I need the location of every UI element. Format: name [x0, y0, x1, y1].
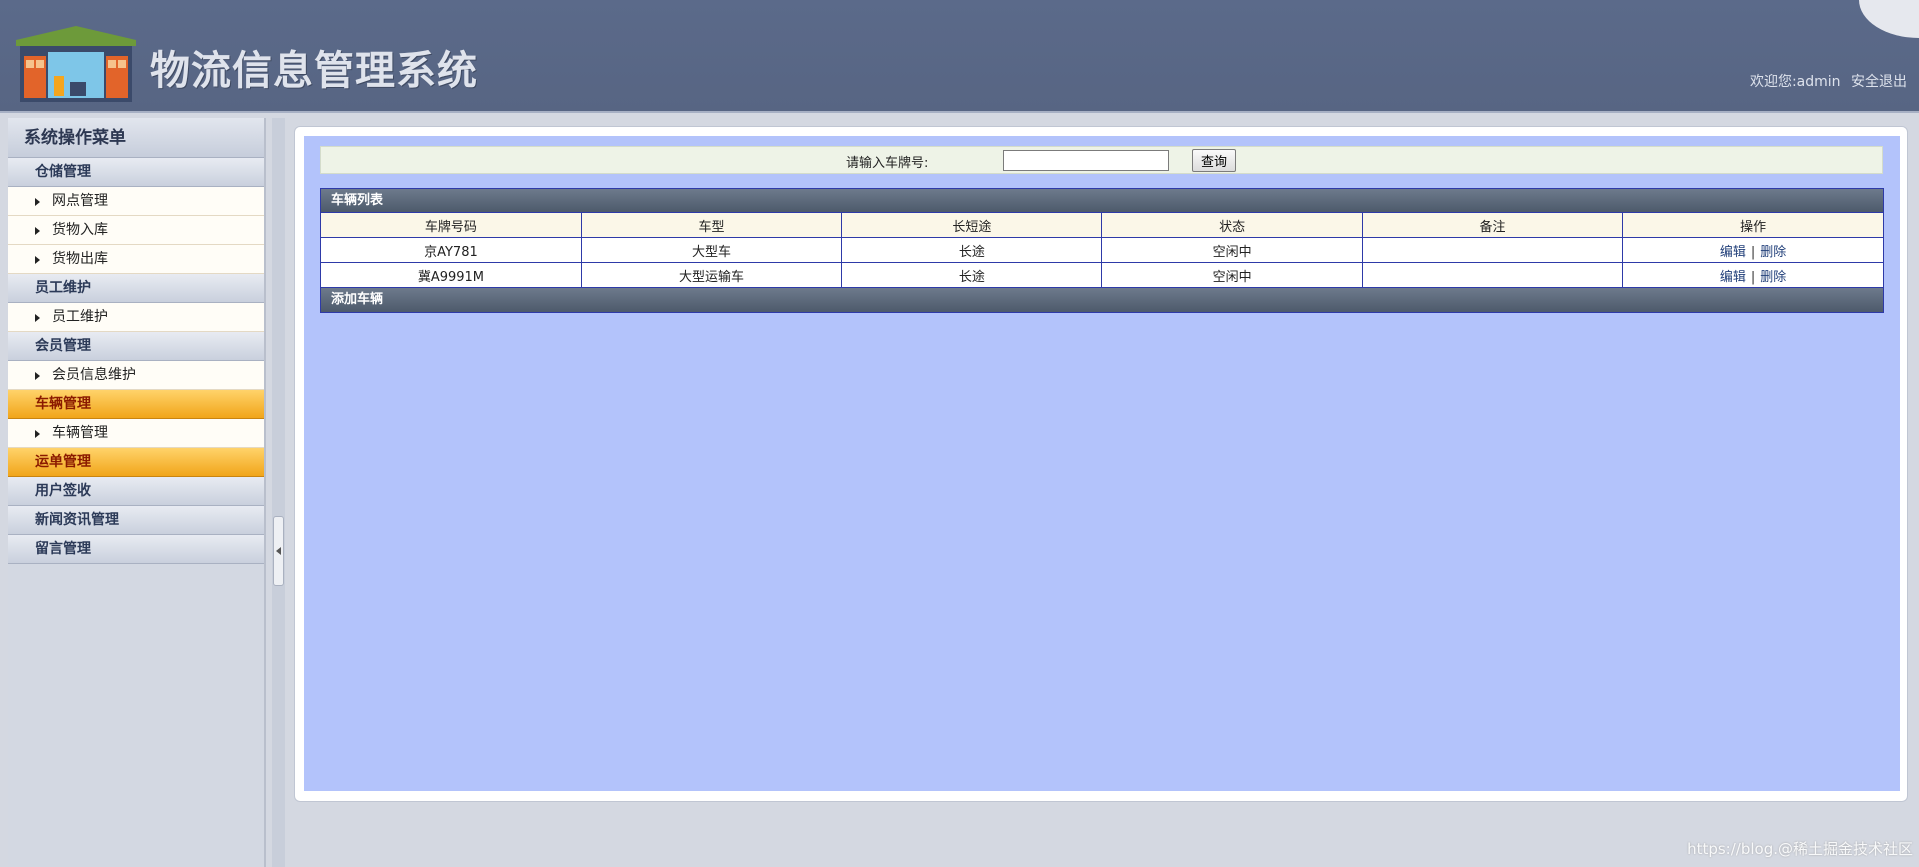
actions-cell: 编辑 | 删除 [1622, 237, 1883, 263]
menu-item-label: 网点管理 [52, 193, 108, 209]
table-row: 京AY781 大型车 长途 空闲中 编辑 | 删除 [321, 237, 1883, 263]
logout-link[interactable]: 安全退出 [1851, 74, 1907, 90]
actions-cell: 编辑 | 删除 [1622, 262, 1883, 288]
menu-title: 系统操作菜单 [8, 118, 264, 158]
menu-item-label: 货物入库 [52, 222, 108, 238]
menu-item-label: 车辆管理 [52, 425, 108, 441]
menu-item-goods-in[interactable]: 货物入库 [8, 216, 264, 245]
menu-item-staff[interactable]: 员工维护 [8, 303, 264, 332]
header-corner-decoration [1859, 0, 1919, 38]
menu-item-label: 会员信息维护 [52, 367, 136, 383]
type-cell: 大型运输车 [580, 262, 843, 288]
main-frame: 请输入车牌号: 查询 车辆列表 车牌号码 车型 长短途 状态 备注 操作 京AY… [294, 126, 1908, 802]
search-bar: 请输入车牌号: 查询 [320, 146, 1883, 174]
vehicle-list: 车辆列表 车牌号码 车型 长短途 状态 备注 操作 京AY781 大型车 长途 … [320, 188, 1884, 313]
distance-cell: 长途 [841, 262, 1103, 288]
menu-item-label: 员工维护 [52, 309, 108, 325]
menu-group-signoff[interactable]: 用户签收 [8, 477, 264, 506]
triangle-right-icon [35, 198, 40, 206]
column-header: 备注 [1361, 212, 1624, 238]
sidebar-splitter [272, 118, 285, 867]
column-header: 操作 [1622, 212, 1883, 238]
edit-link[interactable]: 编辑 [1720, 245, 1746, 260]
chevron-left-icon [276, 547, 281, 555]
triangle-right-icon [35, 256, 40, 264]
menu-group-warehouse[interactable]: 仓储管理 [8, 158, 264, 187]
warehouse-logo-icon [16, 26, 136, 102]
app-header: 物流信息管理系统 欢迎您:admin 安全退出 [0, 0, 1919, 113]
menu-item-outlets[interactable]: 网点管理 [8, 187, 264, 216]
search-button[interactable]: 查询 [1192, 149, 1236, 172]
menu-group-news[interactable]: 新闻资讯管理 [8, 506, 264, 535]
menu-group-vehicles[interactable]: 车辆管理 [8, 390, 264, 419]
column-header: 长短途 [841, 212, 1103, 238]
table-row: 冀A9991M 大型运输车 长途 空闲中 编辑 | 删除 [321, 262, 1883, 288]
welcome-text: 欢迎您:admin [1749, 74, 1841, 90]
menu-group-members[interactable]: 会员管理 [8, 332, 264, 361]
delete-link[interactable]: 删除 [1760, 245, 1786, 260]
delete-link[interactable]: 删除 [1760, 270, 1786, 285]
system-title: 物流信息管理系统 [150, 48, 478, 94]
vehicle-table: 车牌号码 车型 长短途 状态 备注 操作 京AY781 大型车 长途 空闲中 编… [321, 212, 1883, 288]
menu-item-goods-out[interactable]: 货物出库 [8, 245, 264, 274]
collapse-sidebar-button[interactable] [273, 516, 284, 586]
triangle-right-icon [35, 430, 40, 438]
status-cell: 空闲中 [1101, 237, 1363, 263]
watermark: https://blog.@稀土掘金技术社区 [1687, 840, 1913, 858]
triangle-right-icon [35, 227, 40, 235]
action-separator: | [1750, 269, 1756, 285]
menu-item-label: 货物出库 [52, 251, 108, 267]
add-vehicle-button[interactable]: 添加车辆 [321, 288, 1883, 312]
user-links: 欢迎您:admin 安全退出 [1744, 71, 1907, 91]
sidebar: 系统操作菜单 仓储管理 网点管理 货物入库 货物出库 员工维护 员工维护 会员管… [8, 118, 266, 867]
distance-cell: 长途 [841, 237, 1103, 263]
vehicle-list-title: 车辆列表 [321, 189, 1883, 212]
note-cell [1361, 237, 1624, 263]
triangle-right-icon [35, 372, 40, 380]
menu-group-staff[interactable]: 员工维护 [8, 274, 264, 303]
action-separator: | [1750, 244, 1756, 260]
menu-item-member-info[interactable]: 会员信息维护 [8, 361, 264, 390]
content-area: 请输入车牌号: 查询 车辆列表 车牌号码 车型 长短途 状态 备注 操作 京AY… [304, 136, 1900, 791]
table-header-row: 车牌号码 车型 长短途 状态 备注 操作 [321, 212, 1883, 238]
menu-item-vehicles[interactable]: 车辆管理 [8, 419, 264, 448]
menu-group-messages[interactable]: 留言管理 [8, 535, 264, 564]
plate-search-input[interactable] [1003, 150, 1169, 171]
menu-group-waybills[interactable]: 运单管理 [8, 448, 264, 477]
status-cell: 空闲中 [1101, 262, 1363, 288]
note-cell [1361, 262, 1624, 288]
column-header: 车牌号码 [321, 212, 582, 238]
column-header: 状态 [1101, 212, 1363, 238]
edit-link[interactable]: 编辑 [1720, 270, 1746, 285]
type-cell: 大型车 [580, 237, 843, 263]
plate-cell: 冀A9991M [321, 262, 582, 288]
triangle-right-icon [35, 314, 40, 322]
column-header: 车型 [580, 212, 843, 238]
plate-cell: 京AY781 [321, 237, 582, 263]
search-label: 请输入车牌号: [846, 156, 929, 171]
